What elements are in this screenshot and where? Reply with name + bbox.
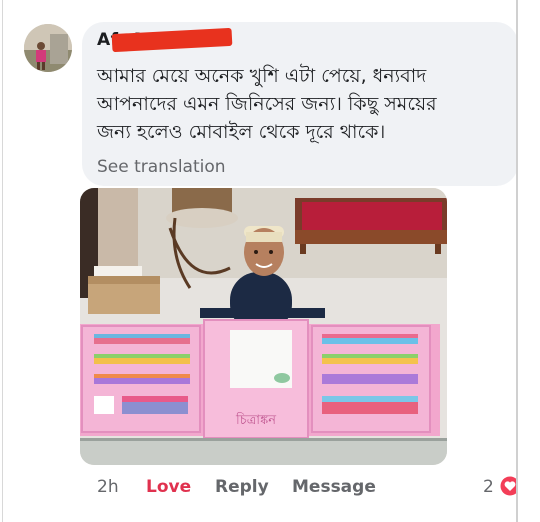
frame-border-left (2, 0, 3, 522)
reaction-count[interactable]: 2 (483, 474, 494, 500)
photo-scene: চিত্রাঙ্কন (80, 188, 447, 465)
comment-line: আপনাদের এমন জিনিসের জন্য। কিছু সময়ের (97, 93, 437, 115)
comment-line: আমার মেয়ে অনেক খুশি এটা পেয়ে, ধন্যবাদ (97, 65, 427, 87)
love-reaction-button[interactable]: Love (146, 474, 191, 500)
see-translation-link[interactable]: See translation (97, 157, 226, 177)
comment-text: আমার মেয়ে অনেক খুশি এটা পেয়ে, ধন্যবাদ … (97, 62, 517, 146)
comment-line: জন্য হলেও মোবাইল থেকে দূরে থাকে। (97, 121, 386, 143)
box-label: চিত্রাঙ্কন (235, 412, 276, 428)
avatar-photo (24, 24, 72, 72)
avatar[interactable] (24, 24, 72, 72)
message-button[interactable]: Message (292, 474, 376, 500)
comment-actions: 2h Love Reply Message 2 (0, 474, 540, 500)
attached-photo[interactable]: চিত্রাঙ্কন (80, 188, 447, 465)
reply-button[interactable]: Reply (215, 474, 269, 500)
frame-margin-right (518, 0, 540, 522)
timestamp[interactable]: 2h (97, 474, 119, 500)
